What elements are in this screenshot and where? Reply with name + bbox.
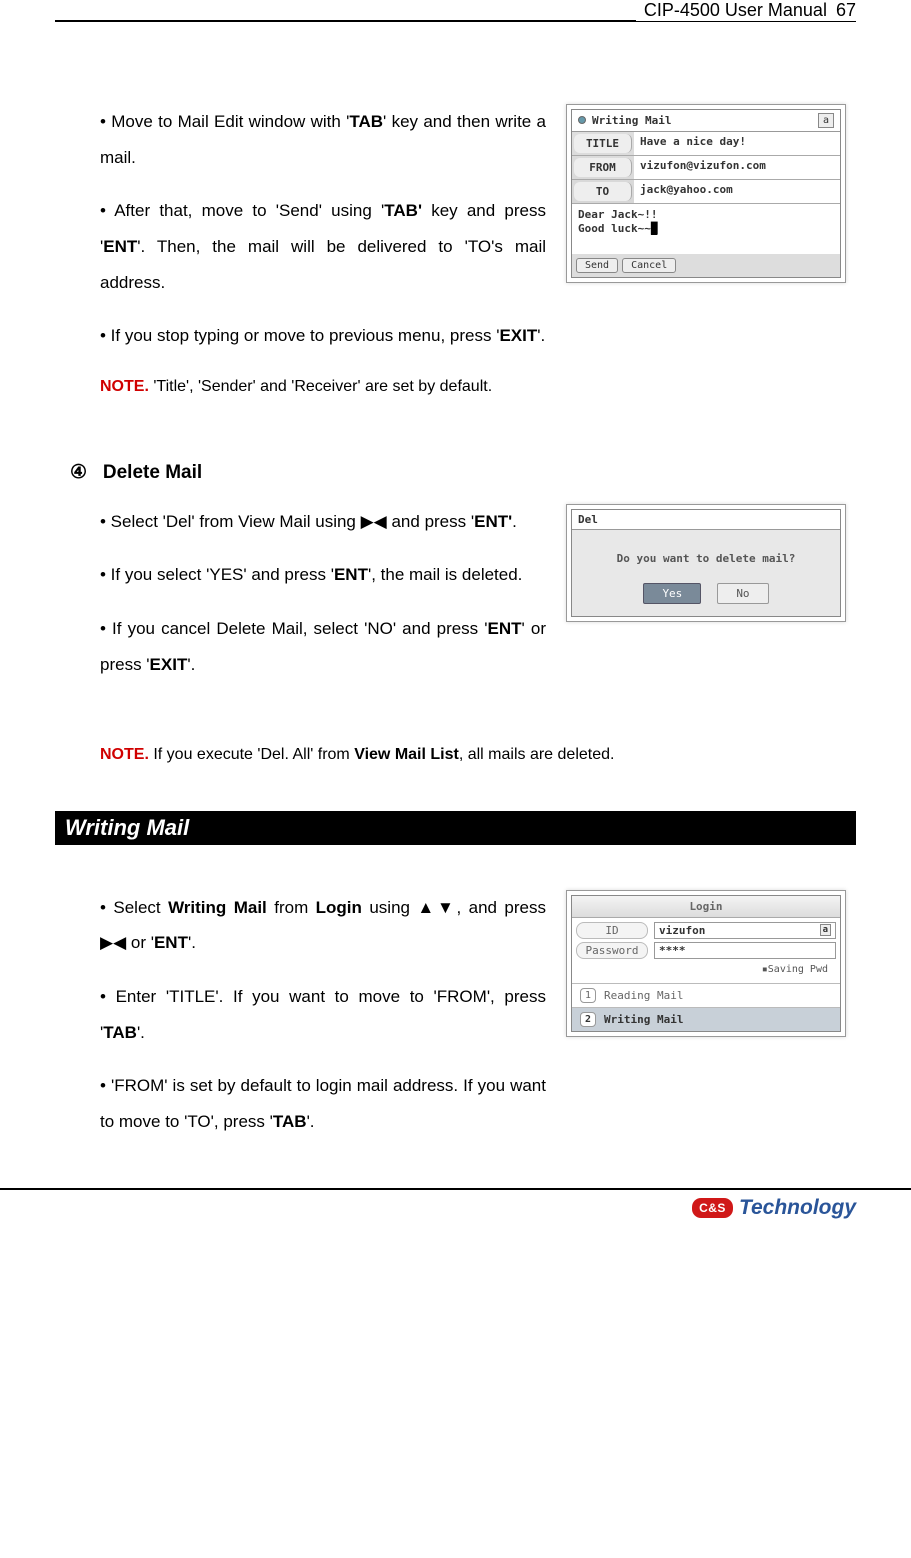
wm-from-label: FROM xyxy=(574,158,632,177)
send-button[interactable]: Send xyxy=(576,258,618,273)
para-no-cancel: • If you cancel Delete Mail, select 'NO'… xyxy=(100,611,546,682)
del-window-title: Del xyxy=(578,513,598,526)
yes-button[interactable]: Yes xyxy=(643,583,701,604)
wm-body[interactable]: Dear Jack~!! Good luck~~█ xyxy=(572,204,840,254)
para-from-default: • 'FROM' is set by default to login mail… xyxy=(100,1068,546,1139)
menu-num-2: 2 xyxy=(580,1012,596,1027)
screenshot-del-dialog: Del Do you want to delete mail? Yes No xyxy=(566,504,846,622)
wm-from-value[interactable]: vizufon@vizufon.com xyxy=(634,156,840,179)
id-field[interactable]: vizufona xyxy=(654,922,836,939)
menu-num-1: 1 xyxy=(580,988,596,1003)
id-label: ID xyxy=(576,922,648,939)
window-icon xyxy=(578,116,586,124)
del-title-bar: Del xyxy=(572,510,840,530)
wm-title-label: TITLE xyxy=(574,134,632,153)
lang-indicator: a xyxy=(818,113,834,128)
delete-mail-heading: ④ Delete Mail xyxy=(70,461,846,484)
note-label: NOTE. xyxy=(100,378,149,395)
footer: C&S Technology xyxy=(0,1188,911,1220)
writing-mail-banner: Writing Mail xyxy=(55,811,856,845)
section-delete-text: • Select 'Del' from View Mail using ▶◀ a… xyxy=(100,504,546,701)
wm-to-value[interactable]: jack@yahoo.com xyxy=(634,180,840,203)
manual-title: CIP-4500 User Manual xyxy=(644,0,827,20)
screenshot-login: Login ID vizufona Password **** ▪Saving … xyxy=(566,890,846,1037)
para-exit: • If you stop typing or move to previous… xyxy=(100,318,546,354)
lang-indicator: a xyxy=(820,924,831,936)
menu-writing-mail[interactable]: 2 Writing Mail xyxy=(572,1007,840,1031)
para-yes-delete: • If you select 'YES' and press 'ENT', t… xyxy=(100,557,546,593)
para-select-writing: • Select Writing Mail from Login using ▲… xyxy=(100,890,546,961)
note-del-all: NOTE. If you execute 'Del. All' from Vie… xyxy=(100,740,846,770)
logo-badge: C&S xyxy=(692,1198,733,1218)
menu-label-2: Writing Mail xyxy=(604,1013,683,1026)
company-logo: C&S Technology xyxy=(692,1196,856,1220)
note-label: NOTE. xyxy=(100,746,149,763)
para-enter-title: • Enter 'TITLE'. If you want to move to … xyxy=(100,979,546,1050)
wm-title-bar: Writing Mail a xyxy=(572,110,840,132)
header-rule: CIP-4500 User Manual 67 xyxy=(55,20,856,22)
cancel-button[interactable]: Cancel xyxy=(622,258,676,273)
para-move-to-edit: • Move to Mail Edit window with 'TAB' ke… xyxy=(100,104,546,175)
section-writing-text: • Select Writing Mail from Login using ▲… xyxy=(100,890,546,1158)
password-label: Password xyxy=(576,942,648,959)
para-select-del: • Select 'Del' from View Mail using ▶◀ a… xyxy=(100,504,546,540)
logo-text: Technology xyxy=(739,1196,856,1220)
header-text: CIP-4500 User Manual 67 xyxy=(636,0,856,21)
login-title-bar: Login xyxy=(572,896,840,918)
page-number: 67 xyxy=(836,0,856,20)
menu-label-1: Reading Mail xyxy=(604,989,683,1002)
section-mail-edit-text: • Move to Mail Edit window with 'TAB' ke… xyxy=(100,104,546,421)
screenshot-writing-mail: Writing Mail a TITLE Have a nice day! FR… xyxy=(566,104,846,283)
saving-pwd-label: ▪Saving Pwd xyxy=(576,962,836,979)
wm-title-value[interactable]: Have a nice day! xyxy=(634,132,840,155)
no-button[interactable]: No xyxy=(717,583,768,604)
menu-reading-mail[interactable]: 1 Reading Mail xyxy=(572,983,840,1007)
note-default-fields: NOTE. 'Title', 'Sender' and 'Receiver' a… xyxy=(100,372,546,402)
password-field[interactable]: **** xyxy=(654,942,836,959)
del-question: Do you want to delete mail? xyxy=(580,552,832,565)
wm-window-title: Writing Mail xyxy=(592,114,671,127)
wm-to-label: TO xyxy=(574,182,632,201)
para-send-mail: • After that, move to 'Send' using 'TAB'… xyxy=(100,193,546,300)
